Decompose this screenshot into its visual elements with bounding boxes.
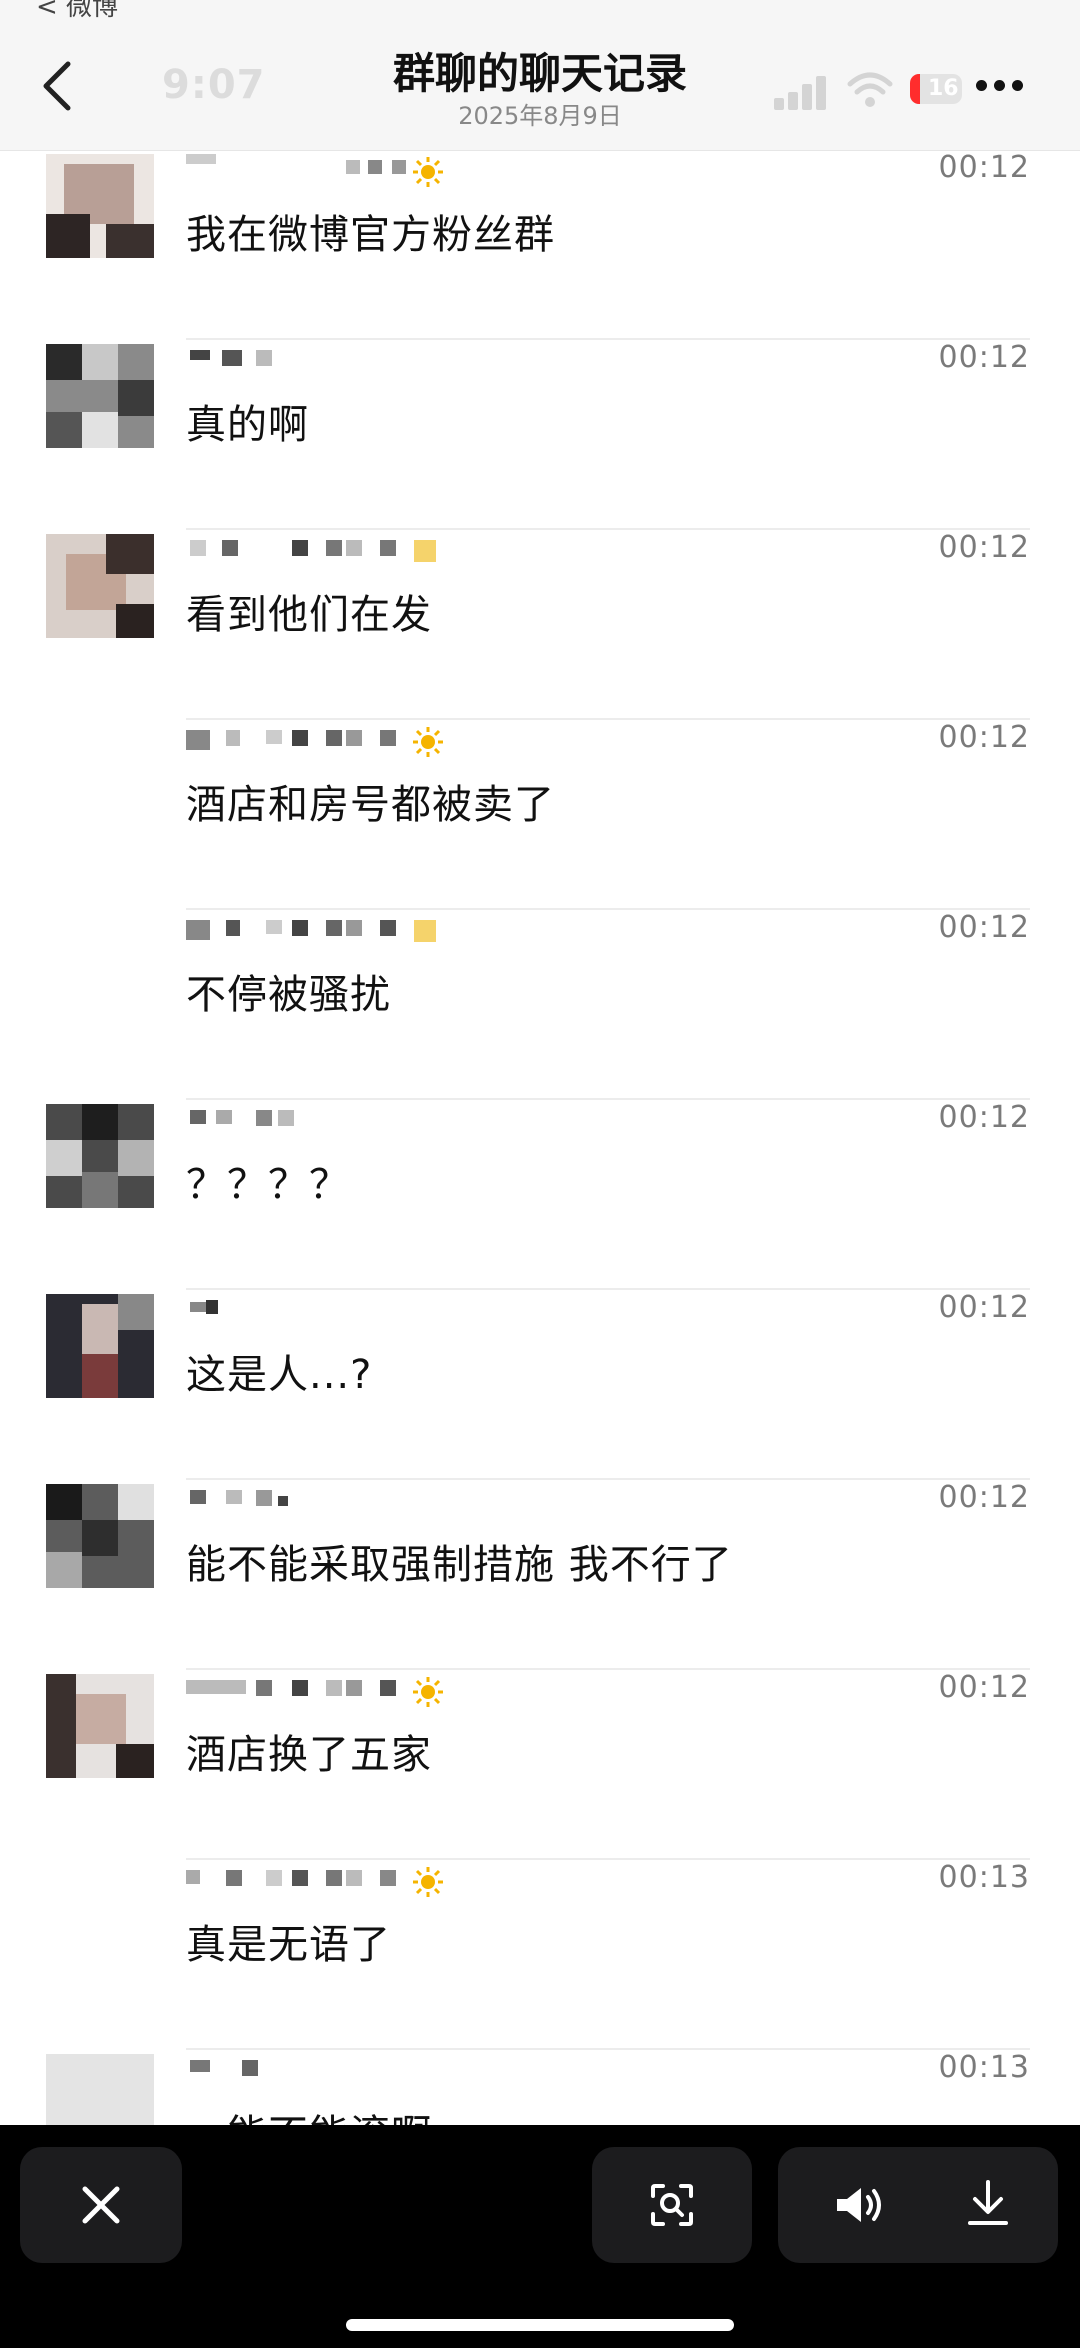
avatar [46, 1294, 154, 1398]
sender-name-blurred [186, 726, 486, 757]
message-text: 真是无语了 [186, 1922, 391, 1968]
sender-name-blurred [186, 346, 486, 376]
more-button[interactable] [972, 70, 1028, 100]
message-text: 酒店换了五家 [186, 1732, 432, 1778]
chat-message: 00:12 ？？？？ [0, 1100, 1080, 1290]
message-text: 看到他们在发 [186, 592, 432, 638]
chat-message: 00:12 看到他们在发 [0, 530, 1080, 720]
message-time: 00:12 [938, 1100, 1030, 1135]
avatar [46, 1484, 154, 1588]
message-time: 00:12 [938, 720, 1030, 755]
battery-level: 16 [928, 76, 959, 101]
sender-name-blurred [186, 2056, 486, 2086]
media-actions-group [778, 2147, 1058, 2263]
message-time: 00:13 [938, 2050, 1030, 2085]
message-time: 00:12 [938, 1290, 1030, 1325]
sender-name-blurred [186, 1486, 486, 1516]
image-search-icon [651, 2184, 693, 2226]
message-text: ？？？？ [186, 1162, 350, 1208]
message-text: 真的啊 [186, 402, 309, 448]
message-text: 这是人...? [186, 1352, 373, 1398]
sound-button[interactable] [778, 2147, 918, 2263]
message-text: 酒店和房号都被卖了 [186, 782, 555, 828]
home-indicator[interactable] [346, 2319, 734, 2331]
download-icon [968, 2180, 1008, 2225]
chat-history-header: < 微博 9:07 群聊的聊天记录 2025年8月9日 16 [0, 0, 1080, 151]
message-time: 00:12 [938, 910, 1030, 945]
sender-name-blurred [186, 1676, 486, 1707]
chat-message: 00:12 酒店换了五家 [0, 1670, 1080, 1860]
chat-message: 00:12 能不能采取强制措施 我不行了 [0, 1480, 1080, 1670]
sender-name-blurred [186, 154, 486, 187]
message-text: 能不能采取强制措施 我不行了 [186, 1542, 733, 1588]
chat-message: 00:12 不停被骚扰 [0, 910, 1080, 1100]
avatar [46, 1674, 154, 1778]
speaker-icon [837, 2188, 881, 2222]
close-button[interactable] [20, 2147, 182, 2263]
close-icon [82, 2186, 120, 2224]
message-text: …能不能滚啊 [186, 2102, 432, 2125]
chat-message: 00:12 酒店和房号都被卖了 [0, 720, 1080, 910]
sun-badge-icon [413, 1677, 443, 1707]
message-time: 00:13 [938, 1860, 1030, 1895]
sender-name-blurred [186, 916, 486, 946]
message-text: 不停被骚扰 [186, 972, 391, 1018]
avatar [46, 1104, 154, 1208]
chat-message: 00:13 真是无语了 [0, 1860, 1080, 2050]
chat-message: 00:13 …能不能滚啊 [0, 2050, 1080, 2125]
image-viewer-toolbar [0, 2125, 1080, 2348]
image-search-button[interactable] [592, 2147, 752, 2263]
chat-message: 00:12 真的啊 [0, 340, 1080, 530]
message-time: 00:12 [938, 1670, 1030, 1705]
sender-name-blurred [186, 536, 486, 566]
message-time: 00:12 [938, 530, 1030, 565]
back-to-weibo-crumb[interactable]: < 微博 [36, 0, 118, 23]
chat-message: 00:12 我在微博官方粉丝群 [0, 150, 1080, 340]
message-time: 00:12 [938, 340, 1030, 375]
download-button[interactable] [918, 2147, 1058, 2263]
sun-badge-icon [413, 157, 443, 187]
message-time: 00:12 [938, 1480, 1030, 1515]
battery-icon: 16 [910, 74, 962, 104]
chat-message: 00:12 这是人...? [0, 1290, 1080, 1480]
wifi-icon [847, 72, 893, 107]
sun-badge-icon [413, 727, 443, 757]
message-list[interactable]: 00:12 我在微博官方粉丝群 00:12 真的啊 00:12 看到他们在发 0… [0, 150, 1080, 2125]
avatar [46, 534, 154, 638]
avatar [46, 2054, 154, 2125]
message-time: 00:12 [938, 150, 1030, 185]
sender-name-blurred [186, 1296, 486, 1326]
sender-name-blurred [186, 1106, 486, 1136]
avatar [46, 154, 154, 258]
message-text: 我在微博官方粉丝群 [186, 212, 555, 258]
sun-badge-icon [413, 1867, 443, 1897]
sender-name-blurred [186, 1866, 486, 1897]
avatar [46, 344, 154, 448]
